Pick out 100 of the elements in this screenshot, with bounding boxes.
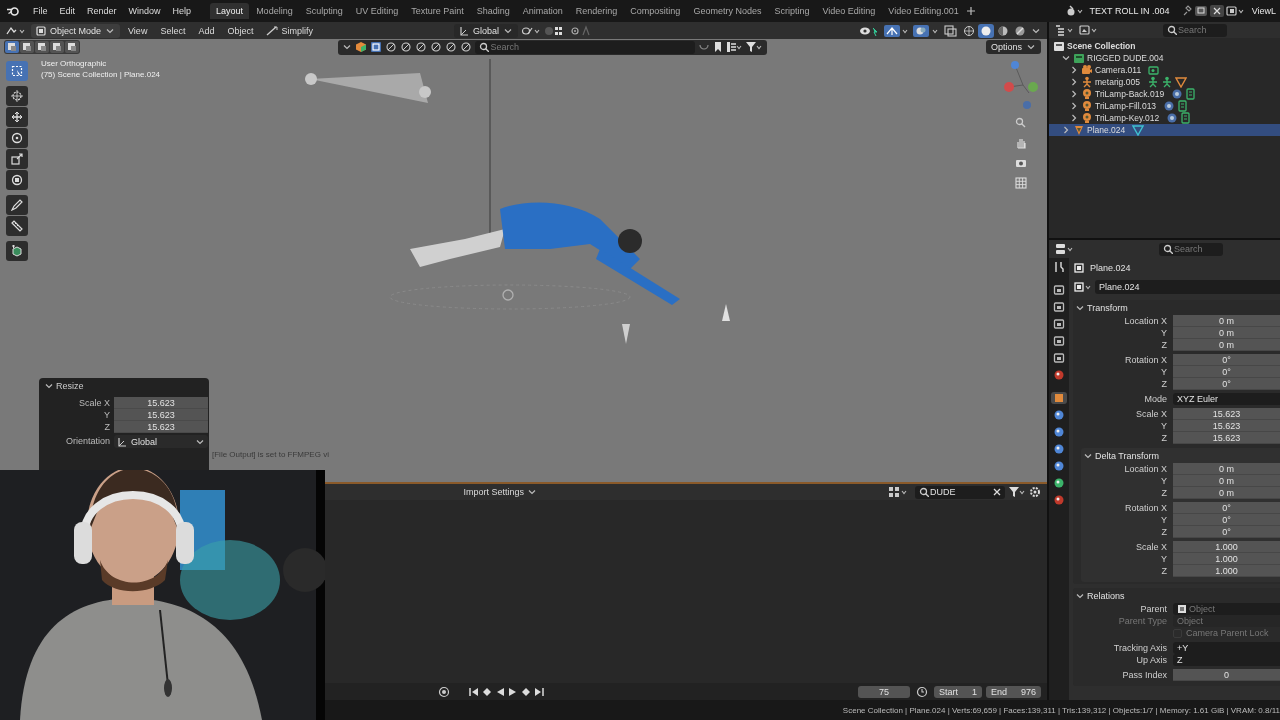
clock-icon[interactable] <box>915 685 928 698</box>
view-layer-field[interactable]: ViewL <box>1247 4 1276 18</box>
pin-icon[interactable] <box>1181 5 1192 17</box>
workspace-tab[interactable]: Shading <box>470 3 516 19</box>
number-field[interactable]: 1.000 <box>1173 565 1280 577</box>
search-field[interactable]: Search <box>1163 23 1227 37</box>
menu-item[interactable]: Render <box>82 4 122 18</box>
select-mode-button[interactable] <box>5 41 19 53</box>
light-data-icon[interactable] <box>1166 112 1179 124</box>
tool-button[interactable] <box>6 107 28 127</box>
number-field[interactable]: 0 m <box>1173 463 1280 475</box>
light-data-icon[interactable] <box>1163 100 1176 112</box>
grid-icon[interactable] <box>1015 176 1027 189</box>
mesh-data-icon[interactable] <box>1132 124 1145 136</box>
menu-item[interactable]: Help <box>167 4 197 18</box>
menu-item[interactable]: Window <box>123 4 166 18</box>
material-shading-icon[interactable] <box>997 24 1009 37</box>
simplify-menu[interactable]: Simplify <box>261 23 318 38</box>
menu-item[interactable]: Object <box>222 23 259 38</box>
outliner-item[interactable]: TriLamp-Back.019 <box>1049 88 1280 100</box>
object-type-icon[interactable] <box>1073 281 1093 293</box>
clear-icon[interactable] <box>992 487 1002 497</box>
number-field[interactable]: 0° <box>1173 378 1280 390</box>
number-field[interactable]: 15.623 <box>114 397 208 409</box>
dropdown[interactable]: Z <box>1173 654 1280 666</box>
options-dropdown[interactable]: Options <box>985 40 1041 54</box>
number-field[interactable]: 15.623 <box>1173 408 1280 420</box>
record-icon[interactable] <box>437 685 450 698</box>
camera-data-icon[interactable] <box>1148 64 1161 76</box>
properties-tab[interactable] <box>1051 335 1067 347</box>
tool-button[interactable] <box>6 195 28 215</box>
link-data-icon[interactable] <box>1177 100 1190 112</box>
outliner-item[interactable]: Scene Collection <box>1049 40 1280 52</box>
workspace-tab[interactable]: Video Editing <box>816 3 882 19</box>
editor-type-icon[interactable] <box>1055 243 1075 255</box>
tool-button[interactable] <box>6 241 28 261</box>
orientation-dropdown[interactable]: Global <box>114 435 208 448</box>
dropdown[interactable]: +Y <box>1173 642 1280 654</box>
light-data-icon[interactable] <box>1171 88 1184 100</box>
number-field[interactable]: 0 m <box>1173 327 1280 339</box>
number-field[interactable]: 15.623 <box>114 421 208 433</box>
current-frame-field[interactable]: 75 <box>857 685 910 698</box>
close-icon[interactable] <box>1209 5 1224 17</box>
start-frame-field[interactable]: Start 1 <box>933 685 982 698</box>
section-header[interactable]: Transform <box>1073 300 1280 315</box>
menu-item[interactable]: Edit <box>54 4 81 18</box>
bookmark-icon[interactable] <box>713 41 724 53</box>
select-mode-button[interactable] <box>20 41 34 53</box>
properties-tab[interactable] <box>1051 301 1067 313</box>
select-mode-button[interactable] <box>50 41 64 53</box>
tool-button[interactable] <box>6 128 28 148</box>
number-field[interactable]: 15.623 <box>1173 420 1280 432</box>
outliner-item[interactable]: TriLamp-Key.012 <box>1049 112 1280 124</box>
filter-icon[interactable] <box>1008 486 1026 498</box>
outliner-item[interactable]: Camera.011 <box>1049 64 1280 76</box>
view-layer-icon[interactable] <box>1225 5 1246 17</box>
properties-tab[interactable] <box>1051 318 1067 330</box>
workspace-tab[interactable]: Rendering <box>569 3 624 19</box>
tool-button[interactable] <box>6 61 28 81</box>
xray-icon[interactable] <box>944 24 958 37</box>
chevron-down-icon[interactable] <box>342 42 353 52</box>
list-icon[interactable] <box>726 41 743 53</box>
number-field[interactable]: 0° <box>1173 366 1280 378</box>
workspace-tab[interactable]: Video Editing.001 <box>882 3 965 19</box>
add-workspace-icon[interactable] <box>965 6 976 16</box>
workspace-tab[interactable]: Geometry Nodes <box>687 3 768 19</box>
zoom-icon[interactable] <box>1015 116 1027 129</box>
menu-item[interactable]: Add <box>193 23 220 38</box>
number-field[interactable]: 0 m <box>1173 315 1280 327</box>
app-logo-icon[interactable] <box>6 5 20 17</box>
number-field[interactable]: 0° <box>1173 502 1280 514</box>
link-data-icon[interactable] <box>1185 88 1198 100</box>
scene-icon[interactable] <box>1065 5 1084 17</box>
scene-filter-icon[interactable] <box>1079 24 1099 36</box>
mesh-filter-icon[interactable] <box>370 41 383 53</box>
section-header[interactable]: Delta Transform <box>1081 448 1280 463</box>
import-settings-menu[interactable]: Import Settings <box>458 485 542 499</box>
number-field[interactable]: 0° <box>1173 514 1280 526</box>
number-field[interactable]: 1.000 <box>1173 541 1280 553</box>
properties-tab[interactable] <box>1051 392 1067 404</box>
search-field[interactable]: Search <box>475 40 696 54</box>
workspace-tab[interactable]: Animation <box>516 3 569 19</box>
link-data-icon[interactable] <box>1180 112 1193 124</box>
workspace-tab[interactable]: Sculpting <box>299 3 349 19</box>
number-field[interactable]: 0 <box>1173 669 1280 681</box>
menu-item[interactable]: File <box>28 4 53 18</box>
number-field[interactable]: 15.623 <box>114 409 208 421</box>
orientation-dropdown[interactable]: Global <box>454 23 518 38</box>
tool-settings-icon[interactable] <box>1053 261 1065 273</box>
number-field[interactable]: 0° <box>1173 526 1280 538</box>
properties-tab[interactable] <box>1051 352 1067 364</box>
menu-item[interactable]: Select <box>155 23 191 38</box>
rendered-shading-icon[interactable] <box>1014 24 1026 37</box>
jump-to-end-icon[interactable] <box>532 685 545 698</box>
jump-to-start-icon[interactable] <box>467 685 480 698</box>
tool-button[interactable] <box>6 86 28 106</box>
section-header[interactable]: Relations <box>1073 588 1280 603</box>
bone-pose-icon[interactable] <box>1146 76 1159 88</box>
number-field[interactable]: 15.623 <box>1173 432 1280 444</box>
gizmo-icon[interactable] <box>884 24 910 37</box>
